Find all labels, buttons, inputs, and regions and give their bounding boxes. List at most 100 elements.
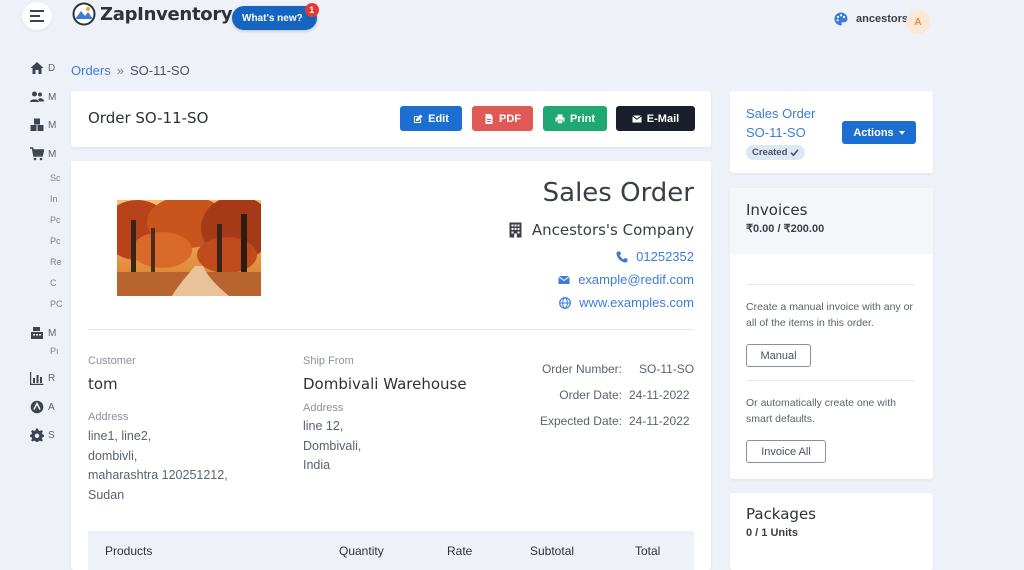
auto-invoice-help: Or automatically create one with smart d… (746, 397, 896, 425)
edit-label: Edit (428, 112, 449, 125)
notification-count-badge: 1 (304, 3, 319, 17)
sidebar-subitem[interactable]: Sc (50, 173, 61, 183)
actions-dropdown-button[interactable]: Actions (842, 121, 916, 144)
register-icon (31, 327, 43, 339)
sidebar-subitem[interactable]: Re (50, 257, 62, 267)
sales-order-link[interactable]: Sales Order (746, 106, 815, 121)
pdf-button[interactable]: PDF (472, 106, 533, 131)
sidebar-subitem[interactable]: In (50, 194, 58, 204)
app-name: ZapInventory (100, 3, 233, 25)
circle-icon (30, 400, 44, 414)
whats-new-label: What's new? (242, 12, 303, 24)
customer-name[interactable]: tom (88, 375, 118, 393)
company-website[interactable]: www.examples.com (559, 295, 694, 310)
invoices-amount: ₹0.00 / ₹200.00 (746, 223, 825, 235)
status-badge: Created (746, 145, 806, 160)
sidebar-item-label: M (48, 91, 57, 103)
customer-address-line: line1, line2, (88, 429, 152, 443)
edit-icon (414, 114, 423, 123)
order-header-card: Order SO-11-SO Edit PDF Print E-Mail (71, 91, 711, 147)
invoices-card-header (730, 188, 933, 254)
cart-icon (30, 147, 44, 161)
warehouse-address-line: India (303, 458, 331, 472)
sidebar-item-label: A (48, 401, 55, 413)
invoice-all-button[interactable]: Invoice All (746, 440, 826, 463)
divider (88, 329, 694, 330)
sidebar-subitem[interactable]: Pc (50, 215, 61, 225)
logo-icon (72, 2, 96, 26)
hamburger-icon (30, 10, 44, 22)
sidebar-subitem[interactable]: Pı (50, 346, 59, 356)
company-name: Ancestors's Company (531, 221, 694, 239)
sidebar-item-label: R (48, 372, 56, 384)
order-number-value: SO-11-SO (639, 362, 695, 376)
page-title: Order SO-11-SO (88, 109, 209, 127)
line-items-table-header: Products Quantity Rate Subtotal Total (88, 531, 694, 570)
print-icon (555, 114, 565, 124)
packages-title: Packages (746, 505, 816, 523)
order-date-label: Order Date: (559, 388, 622, 402)
sidebar-item-purchases[interactable]: M (30, 326, 56, 340)
user-menu[interactable]: ancestors (834, 12, 908, 26)
menu-toggle-button[interactable] (22, 2, 52, 30)
sidebar-item-items[interactable]: M (30, 118, 56, 132)
users-icon (30, 91, 44, 102)
sidebar-item-settings[interactable]: S (30, 428, 55, 442)
order-number-label: Order Number: (541, 362, 622, 376)
user-name: ancestors (856, 13, 908, 25)
company-phone[interactable]: 01252352 (616, 249, 694, 264)
sidebar-item-label: S (48, 429, 55, 441)
sidebar-item-sales[interactable]: M (30, 147, 56, 161)
palette-icon[interactable] (834, 12, 848, 26)
order-date-value: 24-11-2022 (629, 388, 690, 402)
home-icon (30, 62, 44, 74)
email-address: example@redif.com (578, 272, 694, 287)
envelope-icon (558, 275, 571, 284)
company-name-row: Ancestors's Company (509, 221, 694, 239)
sidebar-subitem[interactable]: Pc (50, 236, 61, 246)
sidebar-item-dashboard[interactable]: D (30, 61, 55, 75)
actions-label: Actions (853, 126, 894, 139)
boxes-icon (30, 118, 44, 131)
sales-order-document: Sales Order Ancestors's Company 01252352… (71, 161, 711, 570)
gear-icon (30, 428, 44, 442)
breadcrumb: Orders » SO-11-SO (71, 63, 190, 78)
phone-number: 01252352 (636, 249, 694, 264)
check-icon (790, 149, 799, 157)
packages-card: Packages 0 / 1 Units (730, 493, 933, 570)
customer-address-line: maharashtra 120251212, (88, 468, 228, 482)
chart-icon (30, 372, 44, 385)
edit-button[interactable]: Edit (400, 106, 462, 131)
breadcrumb-orders-link[interactable]: Orders (71, 63, 111, 78)
sidebar-subitem[interactable]: PC (50, 299, 63, 309)
print-button[interactable]: Print (543, 106, 607, 131)
sidebar-item-contacts[interactable]: M (30, 90, 56, 104)
sidebar-item-reports[interactable]: R (30, 371, 55, 385)
app-logo[interactable]: ZapInventory (72, 2, 233, 26)
expected-date-label: Expected Date: (539, 414, 622, 428)
whats-new-button[interactable]: What's new? 1 (232, 3, 319, 30)
sidebar-item-apps[interactable]: A (30, 400, 55, 414)
caret-down-icon (898, 130, 905, 135)
ship-from-label: Ship From (303, 355, 354, 367)
manual-invoice-button[interactable]: Manual (746, 344, 811, 367)
avatar[interactable]: A (906, 10, 930, 34)
document-heading: Sales Order (542, 178, 694, 208)
print-label: Print (569, 112, 596, 125)
column-header-total: Total (635, 544, 661, 558)
manual-invoice-help: Create a manual invoice with any or all … (746, 301, 913, 329)
divider (746, 284, 915, 285)
column-header-subtotal: Subtotal (530, 544, 575, 558)
sales-order-number-link[interactable]: SO-11-SO (746, 125, 806, 140)
email-button[interactable]: E-Mail (616, 106, 695, 131)
company-logo-image (117, 200, 261, 296)
warehouse-address-line: line 12, (303, 419, 344, 433)
order-status-card: Sales Order SO-11-SO Created Actions (730, 91, 933, 173)
status-label: Created (752, 147, 788, 158)
sidebar-subitem[interactable]: C (50, 278, 57, 288)
customer-address-label: Address (88, 411, 129, 423)
column-header-quantity: Quantity (339, 544, 384, 558)
company-email[interactable]: example@redif.com (558, 272, 694, 287)
sidebar-item-label: M (48, 119, 57, 131)
email-label: E-Mail (646, 112, 680, 125)
